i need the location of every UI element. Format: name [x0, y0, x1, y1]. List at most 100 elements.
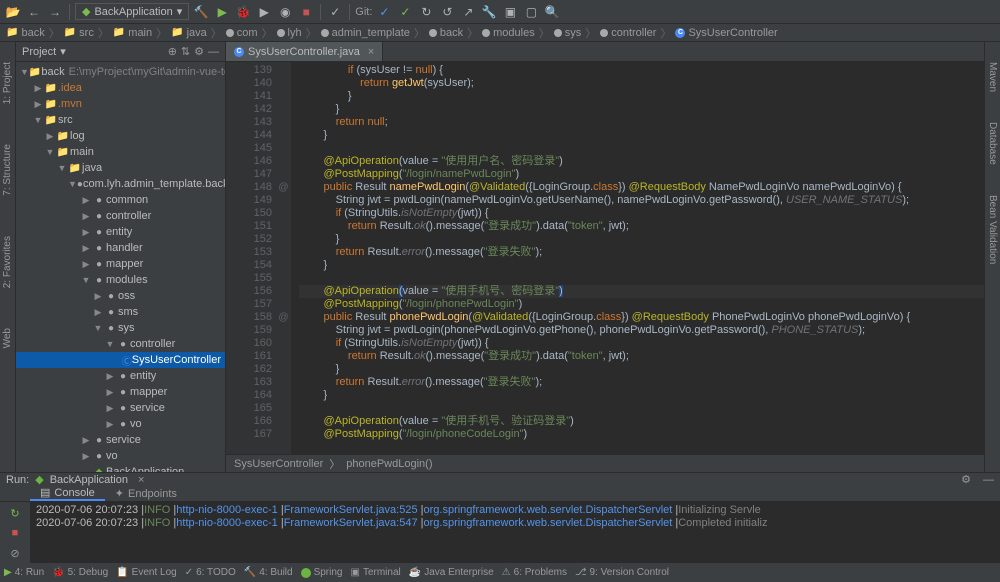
tree-node[interactable]: ▼📁src — [16, 112, 225, 128]
coverage-icon[interactable]: ▶ — [255, 3, 273, 21]
hide-icon[interactable]: — — [983, 474, 994, 486]
code-content[interactable]: if (sysUser != null) { return getJwt(sys… — [291, 62, 984, 454]
tree-node[interactable]: ▼●sys — [16, 320, 225, 336]
tree-node[interactable]: ▶●common — [16, 192, 225, 208]
status-run[interactable]: ▶4: Run — [4, 567, 44, 578]
bc-com[interactable]: com — [226, 27, 258, 39]
run-config-selector[interactable]: ◆ BackApplication ▾ — [75, 3, 189, 20]
gear-icon[interactable]: ⚙ — [961, 473, 971, 486]
tree-node[interactable]: ▼●controller — [16, 336, 225, 352]
gutter-marks[interactable]: @@ — [276, 62, 291, 454]
bc-java[interactable]: 📁java — [171, 27, 207, 39]
tree-node[interactable]: ▶📁log — [16, 128, 225, 144]
line-gutter[interactable]: 1391401411421431441451461471481491501511… — [226, 62, 276, 454]
bc-lyh[interactable]: lyh — [277, 27, 302, 39]
status-build[interactable]: 🔨4: Build — [244, 567, 293, 578]
sdk-icon[interactable]: ▢ — [522, 3, 540, 21]
bc-src[interactable]: 📁src — [64, 27, 94, 39]
bc-sys[interactable]: sys — [554, 27, 582, 39]
expand-all-icon[interactable]: ⇅ — [181, 45, 190, 58]
bc-modules[interactable]: modules — [482, 27, 535, 39]
crumb-method[interactable]: phonePwdLogin() — [346, 458, 432, 470]
tree-node[interactable]: ▼●com.lyh.admin_template.back — [16, 176, 225, 192]
bc-class[interactable]: CSysUserController — [675, 27, 777, 39]
tree-node[interactable]: ▶●handler — [16, 240, 225, 256]
tab-console[interactable]: ▤Console — [30, 486, 105, 501]
git-update-icon[interactable]: ✓ — [375, 3, 393, 21]
close-icon[interactable]: × — [138, 474, 144, 486]
status-problems[interactable]: ⚠6: Problems — [502, 567, 567, 578]
chevron-down-icon[interactable]: ▾ — [60, 45, 66, 58]
tab-endpoints[interactable]: ✦Endpoints — [105, 486, 187, 501]
tree-node[interactable]: ▶●sms — [16, 304, 225, 320]
git-commit-icon[interactable]: ✓ — [396, 3, 414, 21]
tools-icon[interactable]: 🔧 — [480, 3, 498, 21]
tree-node[interactable]: ▶●service — [16, 400, 225, 416]
git-label: Git: — [355, 6, 372, 18]
status-javaee[interactable]: ☕Java Enterprise — [409, 567, 494, 578]
tree-node[interactable]: ▶●oss — [16, 288, 225, 304]
gear-icon[interactable]: ⚙ — [194, 45, 204, 58]
tree-node[interactable]: ▼●modules — [16, 272, 225, 288]
rerun-icon[interactable]: ↻ — [6, 504, 24, 522]
status-terminal[interactable]: ▣Terminal — [350, 567, 400, 578]
stop-icon[interactable]: ■ — [297, 3, 315, 21]
tree-node[interactable]: ▶●controller — [16, 208, 225, 224]
web-tool[interactable]: Web — [2, 328, 13, 348]
tree-node[interactable]: ▶📁.idea — [16, 80, 225, 96]
tree-node[interactable]: ▶●entity — [16, 368, 225, 384]
tree-node[interactable]: ▶●mapper — [16, 384, 225, 400]
tree-node[interactable]: ▼📁java — [16, 160, 225, 176]
project-tree[interactable]: ▼📁backE:\myProject\myGit\admin-vue-templ… — [16, 62, 225, 472]
console-output[interactable]: 2020-07-06 20:07:23 |INFO |http-nio-8000… — [30, 502, 1000, 564]
status-debug[interactable]: 🐞5: Debug — [52, 567, 108, 578]
tree-node[interactable]: ▶●vo — [16, 416, 225, 432]
status-spring[interactable]: Spring — [301, 567, 343, 578]
tree-node[interactable]: ▶●service — [16, 432, 225, 448]
status-vcs[interactable]: ⎇9: Version Control — [575, 567, 669, 578]
stop-icon[interactable]: ■ — [6, 524, 24, 542]
tree-node[interactable]: ▶📁.mvn — [16, 96, 225, 112]
bc-back2[interactable]: back — [429, 27, 463, 39]
tree-node[interactable]: ▼📁main — [16, 144, 225, 160]
hide-icon[interactable]: — — [208, 46, 219, 58]
tab-sysusercontroller[interactable]: C SysUserController.java × — [226, 42, 383, 61]
git-history-icon[interactable]: ↻ — [417, 3, 435, 21]
run-icon[interactable]: ▶ — [213, 3, 231, 21]
select-opened-icon[interactable]: ⊕ — [168, 45, 177, 58]
bean-tool[interactable]: Bean Validation — [987, 195, 998, 264]
code-area[interactable]: 1391401411421431441451461471481491501511… — [226, 62, 984, 454]
bc-back[interactable]: 📁back — [6, 27, 45, 39]
open-icon[interactable]: 📂 — [4, 3, 22, 21]
git-push-icon[interactable]: ↗ — [459, 3, 477, 21]
tree-node[interactable]: ◆BackApplication — [16, 464, 225, 472]
attach-icon[interactable]: ✓ — [326, 3, 344, 21]
status-todo[interactable]: ✓6: TODO — [185, 567, 236, 578]
project-tool[interactable]: 1: Project — [2, 62, 13, 104]
database-tool[interactable]: Database — [987, 122, 998, 165]
editor-tabs: C SysUserController.java × — [226, 42, 984, 62]
bc-admin[interactable]: admin_template — [321, 27, 410, 39]
tree-node[interactable]: ▶●mapper — [16, 256, 225, 272]
exit-icon[interactable]: ⊘ — [6, 544, 24, 562]
status-eventlog[interactable]: 📋Event Log — [116, 567, 177, 578]
tree-node[interactable]: ▶●vo — [16, 448, 225, 464]
forward-icon[interactable]: → — [46, 3, 64, 21]
git-rollback-icon[interactable]: ↺ — [438, 3, 456, 21]
favorites-tool[interactable]: 2: Favorites — [2, 236, 13, 288]
close-icon[interactable]: × — [368, 46, 374, 58]
build-icon[interactable]: 🔨 — [192, 3, 210, 21]
tree-node[interactable]: ▶●entity — [16, 224, 225, 240]
tree-node[interactable]: ⒸSysUserController — [16, 352, 225, 368]
maven-tool[interactable]: Maven — [987, 62, 998, 92]
profile-icon[interactable]: ◉ — [276, 3, 294, 21]
back-icon[interactable]: ← — [25, 3, 43, 21]
bc-main[interactable]: 📁main — [113, 27, 152, 39]
tree-node[interactable]: ▼📁backE:\myProject\myGit\admin-vue-templ — [16, 64, 225, 80]
avd-icon[interactable]: ▣ — [501, 3, 519, 21]
search-icon[interactable]: 🔍 — [543, 3, 561, 21]
bc-controller[interactable]: controller — [600, 27, 656, 39]
debug-icon[interactable]: 🐞 — [234, 3, 252, 21]
structure-tool[interactable]: 7: Structure — [2, 144, 13, 196]
crumb-class[interactable]: SysUserController — [234, 458, 323, 470]
